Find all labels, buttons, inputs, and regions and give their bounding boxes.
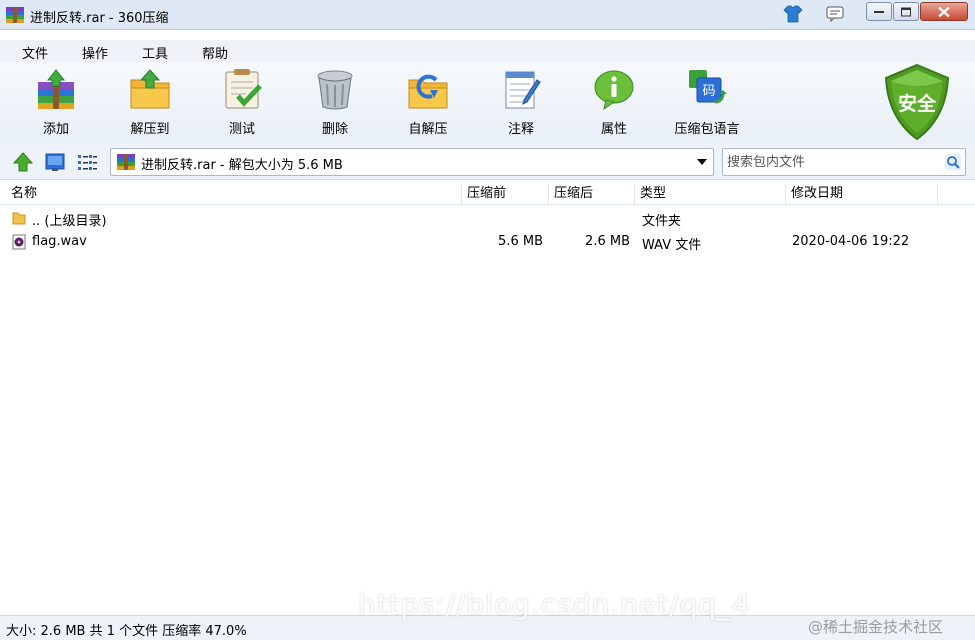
path-combobox[interactable]: 进制反转.rar - 解包大小为 5.6 MB xyxy=(110,148,714,176)
archive-language-label: 压缩包语言 xyxy=(674,122,740,137)
comment-label: 注释 xyxy=(507,122,534,137)
info-bubble-icon xyxy=(594,70,634,110)
file-name: .. (上级目录) xyxy=(32,214,107,229)
file-type: WAV 文件 xyxy=(642,238,702,253)
skin-icon[interactable] xyxy=(783,5,803,23)
file-date: 2020-04-06 19:22 xyxy=(792,234,910,249)
feedback-icon[interactable] xyxy=(826,6,844,22)
add-label: 添加 xyxy=(42,122,69,137)
comment-notepad-icon xyxy=(505,71,541,109)
security-label: 安全 xyxy=(897,93,936,115)
menu-help[interactable]: 帮助 xyxy=(202,43,228,62)
menu-operation[interactable]: 操作 xyxy=(82,43,108,62)
archive-path: 进制反转.rar - 解包大小为 5.6 MB xyxy=(141,158,343,173)
list-view-icon[interactable] xyxy=(76,151,98,173)
chevron-down-icon[interactable] xyxy=(697,159,707,165)
language-icon: 码 xyxy=(689,70,727,104)
menu-tools[interactable]: 工具 xyxy=(142,43,168,62)
search-box xyxy=(722,148,966,176)
audio-file-icon xyxy=(12,234,26,250)
delete-button[interactable]: 删除 xyxy=(295,68,375,140)
properties-label: 属性 xyxy=(600,122,627,137)
self-extract-label: 自解压 xyxy=(408,122,448,137)
column-size-before[interactable]: 压缩前 xyxy=(462,183,549,205)
list-item[interactable]: flag.wav 5.6 MB 2.6 MB WAV 文件 2020-04-06… xyxy=(0,230,975,254)
extract-to-label: 解压到 xyxy=(130,122,170,137)
search-icon[interactable] xyxy=(945,154,961,170)
file-name: flag.wav xyxy=(32,234,87,249)
thumbnail-view-icon[interactable] xyxy=(44,151,66,173)
extract-to-button[interactable]: 解压到 xyxy=(110,68,190,140)
address-bar: 进制反转.rar - 解包大小为 5.6 MB xyxy=(0,144,975,180)
security-shield[interactable]: 安全 xyxy=(882,62,952,142)
trash-can-icon xyxy=(317,70,353,110)
self-extract-button[interactable]: 自解压 xyxy=(388,68,468,140)
file-type: 文件夹 xyxy=(642,214,682,229)
window-title: 进制反转.rar - 360压缩 xyxy=(30,11,169,26)
close-icon xyxy=(938,6,950,17)
minimize-button[interactable] xyxy=(866,2,892,21)
up-arrow-icon[interactable] xyxy=(12,151,34,173)
menu-bar: 文件 操作 工具 帮助 xyxy=(0,40,975,62)
column-size-after[interactable]: 压缩后 xyxy=(549,183,635,205)
archive-language-button[interactable]: 码 压缩包语言 xyxy=(667,68,747,140)
add-button[interactable]: 添加 xyxy=(16,68,96,140)
search-input[interactable] xyxy=(725,151,935,173)
close-button[interactable] xyxy=(920,2,968,21)
file-size-before: 5.6 MB xyxy=(498,234,543,249)
delete-label: 删除 xyxy=(321,122,348,137)
column-name[interactable]: 名称 xyxy=(6,183,462,205)
archive-icon xyxy=(117,154,135,170)
test-button[interactable]: 测试 xyxy=(202,68,282,140)
test-clipboard-icon xyxy=(225,69,262,109)
toolbar: 添加 解压到 测试 删除 自解压 注释 属性 码 压缩包语言 安全 xyxy=(0,62,975,144)
list-item[interactable]: .. (上级目录) 文件夹 xyxy=(0,206,975,230)
title-bar: 进制反转.rar - 360压缩 xyxy=(0,0,975,30)
archive-app-icon xyxy=(6,7,24,23)
properties-button[interactable]: 属性 xyxy=(574,68,654,140)
file-list: .. (上级目录) 文件夹 flag.wav 5.6 MB 2.6 MB WAV… xyxy=(0,205,975,615)
add-archive-icon xyxy=(38,69,74,109)
list-header: 名称 压缩前 压缩后 类型 修改日期 xyxy=(0,183,975,205)
self-extract-icon xyxy=(408,74,448,109)
comment-button[interactable]: 注释 xyxy=(481,68,561,140)
column-modified-date[interactable]: 修改日期 xyxy=(786,183,938,205)
status-text: 大小: 2.6 MB 共 1 个文件 压缩率 47.0% xyxy=(6,624,247,639)
menu-file[interactable]: 文件 xyxy=(22,43,48,62)
column-type[interactable]: 类型 xyxy=(635,183,786,205)
maximize-button[interactable] xyxy=(893,2,919,21)
watermark-brand: @稀土掘金技术社区 xyxy=(808,618,944,636)
folder-icon xyxy=(12,212,26,225)
minimize-icon xyxy=(874,10,884,13)
watermark-url: https://blog.csdn.net/qq_4 xyxy=(358,588,751,621)
maximize-icon xyxy=(901,7,911,16)
svg-text:码: 码 xyxy=(702,84,715,99)
file-size-after: 2.6 MB xyxy=(585,234,630,249)
extract-to-icon xyxy=(130,69,170,109)
test-label: 测试 xyxy=(228,122,255,137)
